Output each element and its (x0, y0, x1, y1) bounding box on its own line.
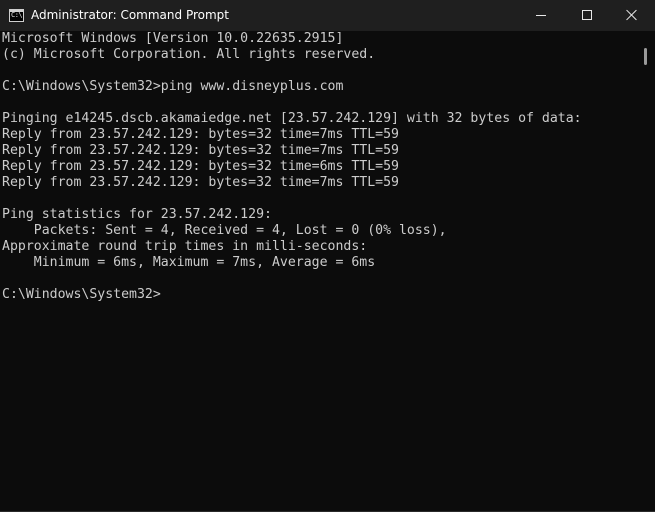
minimize-icon (536, 15, 546, 16)
console-line: C:\Windows\System32>ping www.disneyplus.… (2, 79, 344, 94)
console-line: Minimum = 6ms, Maximum = 7ms, Average = … (2, 255, 376, 270)
close-icon (626, 9, 638, 21)
window-title: Administrator: Command Prompt (31, 8, 229, 22)
console-line: Pinging e14245.dscb.akamaiedge.net [23.5… (2, 111, 582, 126)
console-line: Reply from 23.57.242.129: bytes=32 time=… (2, 175, 399, 190)
console-line: (c) Microsoft Corporation. All rights re… (2, 47, 376, 62)
minimize-button[interactable] (518, 0, 564, 31)
cmd-icon[interactable]: C:\ (9, 9, 24, 22)
console-line: Reply from 23.57.242.129: bytes=32 time=… (2, 127, 399, 142)
title-bar[interactable]: C:\ Administrator: Command Prompt (0, 0, 655, 31)
console-output[interactable]: Microsoft Windows [Version 10.0.22635.29… (2, 31, 632, 509)
console-line: Packets: Sent = 4, Received = 4, Lost = … (2, 223, 447, 238)
console-line: Reply from 23.57.242.129: bytes=32 time=… (2, 159, 399, 174)
close-button[interactable] (609, 0, 655, 31)
maximize-icon (582, 10, 592, 20)
command-prompt-window: C:\ Administrator: Command Prompt Micros… (0, 0, 655, 512)
console-line: Microsoft Windows [Version 10.0.22635.29… (2, 31, 344, 46)
console-line: Ping statistics for 23.57.242.129: (2, 207, 272, 222)
cmd-icon-glyph: C:\ (11, 11, 23, 19)
vertical-scrollbar[interactable] (637, 31, 655, 512)
maximize-button[interactable] (564, 0, 610, 31)
console-line: Reply from 23.57.242.129: bytes=32 time=… (2, 143, 399, 158)
console-line: Approximate round trip times in milli-se… (2, 239, 368, 254)
scrollbar-thumb[interactable] (644, 48, 647, 65)
command-prompt-line[interactable]: C:\Windows\System32> (2, 287, 632, 303)
